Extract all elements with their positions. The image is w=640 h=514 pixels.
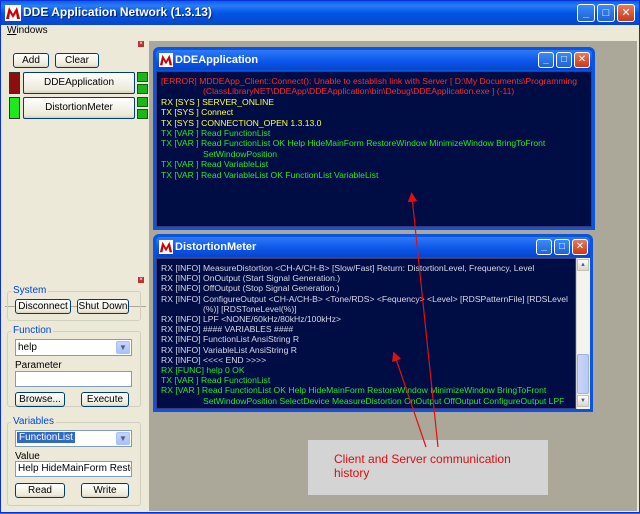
log-line: TX [VAR ] Read FunctionList OK Help Hide… xyxy=(161,138,546,149)
child-title-bar[interactable]: DDEApplication _ □ ✕ xyxy=(156,50,592,70)
log-line: RX [VAR ] Read FunctionList OK Help Hide… xyxy=(161,385,547,396)
vertical-scrollbar[interactable]: ▲ ▼ xyxy=(576,258,590,409)
log-line: RX [INFO] VariableList AnsiString R xyxy=(161,344,297,355)
app-list: DDEApplication DistortionMeter xyxy=(5,69,148,307)
function-select[interactable]: help ▼ xyxy=(15,339,132,356)
variable-select[interactable]: FunctionList ▼ xyxy=(15,430,132,447)
function-group-title: Function xyxy=(11,325,54,336)
app-logo-icon xyxy=(159,53,173,67)
app-button-ddeapplication[interactable]: DDEApplication xyxy=(23,72,135,94)
log-line: SetWindowPosition SelectDevice MeasureDi… xyxy=(203,395,565,406)
panel-close-icon[interactable]: × xyxy=(138,41,144,47)
close-icon: ✕ xyxy=(575,241,585,252)
app-logo-icon xyxy=(5,5,21,21)
close-icon: ✕ xyxy=(577,54,587,65)
variable-select-value: FunctionList xyxy=(17,432,75,443)
log-line: RX [INFO] #### VARIABLES #### xyxy=(161,324,294,335)
log-line: (%)] [RDSToneLevel(%)] xyxy=(203,303,297,314)
log-line: TX [SYS ] CONNECTION_OPEN 1.3.13.0 xyxy=(161,117,322,128)
scroll-up-icon[interactable]: ▲ xyxy=(577,259,589,271)
child-title-bar[interactable]: DistortionMeter _ □ ✕ xyxy=(156,237,590,257)
log-line: RX [SYS ] SERVER_ONLINE xyxy=(161,96,275,107)
child-maximize-button[interactable]: □ xyxy=(556,52,572,68)
system-group-title: System xyxy=(11,285,49,296)
child-minimize-button[interactable]: _ xyxy=(536,239,552,255)
log-line: RX [INFO] MeasureDistortion <CH-A/CH-B> … xyxy=(161,263,535,273)
parameter-label: Parameter xyxy=(15,360,62,371)
app-button-distortionmeter[interactable]: DistortionMeter xyxy=(23,97,135,119)
status-indicator-right-bottom xyxy=(137,109,148,119)
menu-windows[interactable]: Windows xyxy=(7,25,48,36)
app-item-ddeapplication[interactable]: DDEApplication xyxy=(7,72,148,94)
status-indicator-left xyxy=(9,97,20,119)
minimize-icon: _ xyxy=(582,7,590,19)
log-line: RX [INFO] FunctionList AnsiString R xyxy=(161,334,300,345)
log-console[interactable]: [ERROR] MDDEApp_Client::Connect(): Unabl… xyxy=(156,71,592,227)
child-window-ddeapplication[interactable]: DDEApplication _ □ ✕ [ERROR] MDDEApp_Cli… xyxy=(153,47,595,230)
log-line: TX [VAR ] Read VariableList OK FunctionL… xyxy=(161,169,379,180)
log-line: [ERROR] MDDEApp_Client::Connect(): Unabl… xyxy=(161,76,577,86)
minimize-icon: _ xyxy=(541,241,547,252)
child-maximize-button[interactable]: □ xyxy=(554,239,570,255)
log-line: TX [VAR ] Read FunctionList xyxy=(161,128,271,138)
chevron-down-icon[interactable]: ▼ xyxy=(116,432,130,445)
log-line: RX [INFO] <<<< END >>>> xyxy=(161,354,267,365)
maximize-icon: □ xyxy=(602,7,610,19)
log-line: RX [INFO] OnOutput (Start Signal Generat… xyxy=(161,273,341,284)
parameter-input[interactable] xyxy=(15,371,132,387)
value-input[interactable]: Help HideMainForm RestoreWir xyxy=(15,461,132,477)
maximize-icon: □ xyxy=(558,241,566,252)
child-title: DDEApplication xyxy=(175,54,259,66)
maximize-button[interactable]: □ xyxy=(597,4,615,22)
scroll-thumb[interactable] xyxy=(577,354,589,394)
close-icon: ✕ xyxy=(621,7,631,19)
child-close-button[interactable]: ✕ xyxy=(574,52,590,68)
status-indicator-left xyxy=(9,72,20,94)
log-line: RX [FUNC] help 0 OK xyxy=(161,365,245,375)
read-button[interactable]: Read xyxy=(15,483,65,498)
title-bar[interactable]: DDE Application Network (1.3.13) _ □ ✕ xyxy=(1,1,639,25)
child-close-button[interactable]: ✕ xyxy=(572,239,588,255)
shutdown-button[interactable]: Shut Down xyxy=(77,299,129,314)
clear-button[interactable]: Clear xyxy=(55,53,99,68)
annotation-box: Client and Server communication history xyxy=(308,440,548,495)
menu-bar: Windows xyxy=(1,25,639,39)
window-title: DDE Application Network (1.3.13) xyxy=(23,5,212,19)
app-logo-icon xyxy=(159,240,173,254)
write-button[interactable]: Write xyxy=(81,483,129,498)
execute-button[interactable]: Execute xyxy=(81,392,129,407)
status-indicator-right-top xyxy=(137,72,148,82)
log-line: RX [INFO] LPF <NONE/60kHz/80kHz/100kHz> xyxy=(161,314,342,324)
panel-close-icon-2[interactable]: × xyxy=(138,277,144,283)
scroll-down-icon[interactable]: ▼ xyxy=(577,395,589,407)
log-line: RX [INFO] OffOutput (Stop Signal Generat… xyxy=(161,283,340,294)
log-line: TX [SYS ] Connect xyxy=(161,107,234,118)
value-input-value: Help HideMainForm RestoreWir xyxy=(18,463,131,474)
chevron-down-icon[interactable]: ▼ xyxy=(116,341,130,354)
child-window-distortionmeter[interactable]: DistortionMeter _ □ ✕ RX [INFO] MeasureD… xyxy=(153,234,593,412)
minimize-button[interactable]: _ xyxy=(577,4,595,22)
child-minimize-button[interactable]: _ xyxy=(538,52,554,68)
status-indicator-right-bottom xyxy=(137,84,148,94)
close-button[interactable]: ✕ xyxy=(617,4,635,22)
main-window: DDE Application Network (1.3.13) _ □ ✕ W… xyxy=(0,0,640,513)
log-console[interactable]: RX [INFO] MeasureDistortion <CH-A/CH-B> … xyxy=(156,258,576,409)
variables-group-title: Variables xyxy=(11,416,56,427)
status-indicator-right-top xyxy=(137,97,148,107)
disconnect-button[interactable]: Disconnect xyxy=(15,299,71,314)
app-item-distortionmeter[interactable]: DistortionMeter xyxy=(7,97,148,119)
child-title: DistortionMeter xyxy=(175,241,257,253)
function-select-value: help xyxy=(18,342,37,353)
browse-button[interactable]: Browse... xyxy=(15,392,65,407)
minimize-icon: _ xyxy=(543,54,549,65)
log-line: RX [INFO] ConfigureOutput <CH-A/CH-B> <T… xyxy=(161,293,568,304)
add-button[interactable]: Add xyxy=(13,53,49,68)
log-line: (ClassLibraryNET\DDEApp\DDEApplication\b… xyxy=(203,86,515,97)
annotation-text: Client and Server communication history xyxy=(334,452,511,480)
maximize-icon: □ xyxy=(560,54,568,65)
log-line: SetWindowPosition xyxy=(203,148,278,159)
log-line: TX [VAR ] Read VariableList xyxy=(161,159,269,170)
log-line: TX [VAR ] Read FunctionList xyxy=(161,375,271,386)
left-panel: × Add Clear DDEApplication DistortionMet… xyxy=(3,41,148,511)
